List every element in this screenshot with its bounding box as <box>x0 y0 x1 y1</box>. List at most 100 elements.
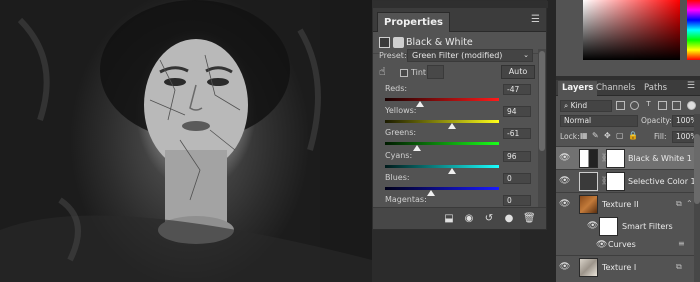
chevron-down-icon: ⌄ <box>523 51 529 59</box>
color-picker-panel <box>556 0 700 76</box>
smart-object-icon: ⧉ <box>676 199 682 208</box>
light-texture-thumb[interactable] <box>579 258 598 277</box>
fill-label: Fill: <box>654 132 667 141</box>
eye-icon[interactable]: 👁 <box>587 221 598 231</box>
opacity-label: Opacity: <box>641 116 672 125</box>
lock-all-icon[interactable]: 🔒 <box>628 131 638 140</box>
layer-name[interactable]: Texture I <box>602 263 636 272</box>
lock-transparent-icon[interactable]: ▦ <box>580 131 588 140</box>
filter-kind-value: Kind <box>570 101 588 110</box>
slider-track[interactable] <box>385 142 499 145</box>
properties-scrollbar[interactable] <box>538 49 546 209</box>
slider-cyans: Cyans: 96 <box>385 151 533 174</box>
smart-object-icon: ⧉ <box>676 262 682 271</box>
lock-label: Lock: <box>560 132 580 141</box>
filter-row-curves[interactable]: 👁 Curves ≡ <box>556 236 696 254</box>
slider-track[interactable] <box>385 120 499 123</box>
reset-icon[interactable]: ↺ <box>483 213 495 225</box>
lock-position-icon[interactable]: ✥ <box>604 131 611 140</box>
slider-yellows: Yellows: 94 <box>385 106 533 129</box>
lock-artboard-icon[interactable]: ▢ <box>616 131 624 140</box>
lock-row: Lock: ▦ ✎ ✥ ▢ 🔒 Fill: 100% <box>560 131 698 144</box>
properties-panel: Properties ☰ Black & White Preset: Green… <box>372 0 548 230</box>
filter-row: ⌕ Kind T <box>560 100 696 113</box>
properties-footer: ⬓ ◉ ↺ ● 🗑 <box>373 207 546 229</box>
saturation-value-field[interactable] <box>583 0 680 60</box>
layer-mask-thumb[interactable] <box>606 172 625 191</box>
adjustment-name: Black & White <box>406 37 473 48</box>
tab-paths[interactable]: Paths <box>640 81 671 96</box>
smart-object-filter-icon[interactable] <box>672 101 681 110</box>
filter-toggle-icon[interactable] <box>687 101 696 110</box>
visibility-icon[interactable]: ● <box>503 213 515 225</box>
clip-to-layer-icon[interactable]: ⬓ <box>443 213 455 225</box>
slider-reds: Reds: -47 <box>385 84 533 107</box>
hue-slider[interactable] <box>687 0 700 60</box>
eye-icon[interactable]: 👁 <box>559 262 570 272</box>
slider-value-input[interactable]: 0 <box>503 173 531 184</box>
layer-name[interactable]: Selective Color 1 <box>628 177 696 186</box>
panel-menu-icon[interactable]: ☰ <box>531 14 540 25</box>
preset-select[interactable]: Green Filter (modified) ⌄ <box>407 49 533 62</box>
layer-row[interactable]: 👁 Texture I ⧉ <box>556 255 696 278</box>
tint-checkbox[interactable] <box>400 69 408 77</box>
layer-mask-thumb[interactable] <box>606 149 625 168</box>
slider-track[interactable] <box>385 187 499 190</box>
auto-button[interactable]: Auto <box>501 65 535 79</box>
layer-name[interactable]: Black & White 1 <box>628 154 692 163</box>
blend-mode-select[interactable]: Normal <box>560 115 638 127</box>
preset-row: Preset: Green Filter (modified) ⌄ <box>379 49 539 63</box>
slider-value-input[interactable]: 94 <box>503 106 531 117</box>
pixel-filter-icon[interactable] <box>616 101 625 110</box>
properties-header: Properties ☰ <box>373 8 546 32</box>
tab-channels[interactable]: Channels <box>592 81 639 96</box>
slider-value-input[interactable]: -47 <box>503 84 531 95</box>
portrait-image <box>0 0 372 282</box>
tint-color-swatch[interactable] <box>427 65 444 79</box>
slider-track[interactable] <box>385 98 499 101</box>
slider-value-input[interactable]: -61 <box>503 128 531 139</box>
layer-row[interactable]: 👁 ⛓ Black & White 1 <box>556 146 696 169</box>
filter-blending-options-icon[interactable]: ≡ <box>678 239 685 248</box>
document-canvas[interactable] <box>0 0 372 282</box>
smart-filter-mask-thumb[interactable] <box>599 217 618 236</box>
rust-texture-thumb[interactable] <box>579 195 598 214</box>
mask-icon[interactable] <box>393 37 404 48</box>
smart-filters-row[interactable]: 👁 Smart Filters <box>556 215 696 238</box>
shape-filter-icon[interactable] <box>658 101 667 110</box>
trash-icon[interactable]: 🗑 <box>523 213 536 225</box>
slider-track[interactable] <box>385 165 499 168</box>
layer-name[interactable]: Texture II <box>602 200 639 209</box>
type-filter-icon[interactable]: T <box>644 101 653 110</box>
targeted-adjustment-hand-icon[interactable]: ☝ <box>379 65 386 78</box>
layer-name[interactable]: Smart Filters <box>622 222 673 231</box>
lock-image-icon[interactable]: ✎ <box>592 131 599 140</box>
layers-tabs: Layers Channels Paths ☰ <box>556 80 700 96</box>
panel-collapse-bar[interactable] <box>373 1 548 8</box>
adjustment-layer-icon[interactable] <box>379 37 390 48</box>
slider-value-input[interactable]: 96 <box>503 151 531 162</box>
eye-icon[interactable]: 👁 <box>596 240 607 250</box>
blend-row: Normal Opacity: 100% <box>560 115 698 128</box>
bw-adjustment-icon <box>579 149 598 168</box>
eye-icon[interactable]: 👁 <box>559 176 570 186</box>
slider-label: Yellows: <box>385 106 417 115</box>
layer-name[interactable]: Curves <box>608 240 636 249</box>
slider-label: Blues: <box>385 173 410 182</box>
slider-value-input[interactable]: 0 <box>503 195 531 206</box>
preset-value: Green Filter (modified) <box>412 51 503 60</box>
layers-scrollbar[interactable] <box>694 114 700 282</box>
layer-row[interactable]: 👁 Texture II ⧉ ⌃ <box>556 192 696 215</box>
panel-menu-icon[interactable]: ☰ <box>687 81 695 91</box>
filter-kind-select[interactable]: ⌕ Kind <box>560 100 612 112</box>
layer-row[interactable]: 👁 ⛓ Selective Color 1 <box>556 169 696 192</box>
eye-icon[interactable]: 👁 <box>559 153 570 163</box>
eye-icon[interactable]: 👁 <box>559 199 570 209</box>
adjustment-filter-icon[interactable] <box>630 101 639 110</box>
view-previous-icon[interactable]: ◉ <box>463 213 475 225</box>
tab-properties[interactable]: Properties <box>377 12 450 32</box>
slider-label: Greens: <box>385 128 417 137</box>
chevron-up-icon[interactable]: ⌃ <box>686 199 693 208</box>
selective-color-adjustment-icon <box>579 172 598 191</box>
slider-label: Reds: <box>385 84 408 93</box>
